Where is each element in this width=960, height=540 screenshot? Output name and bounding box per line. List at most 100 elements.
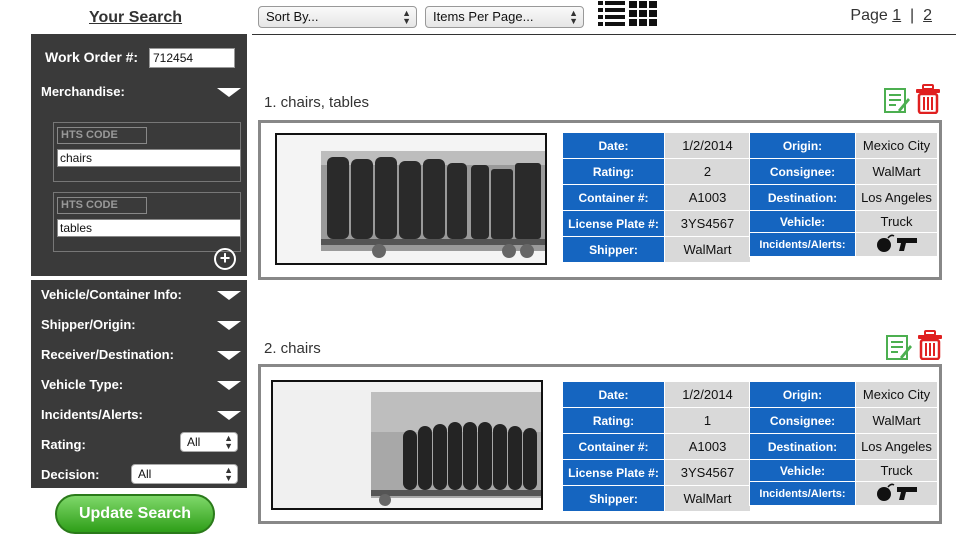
incidents-label: Incidents/Alerts: (749, 481, 856, 506)
xray-image[interactable] (275, 133, 547, 265)
consignee-value: WalMart (855, 158, 938, 185)
chevron-down-icon[interactable] (217, 291, 241, 300)
license-label: License Plate #: (562, 459, 665, 486)
result-card[interactable]: Date: 1/2/2014 Rating: 1 Container #: A1003… (258, 364, 942, 524)
license-value: 3YS4567 (664, 459, 751, 486)
origin-label: Origin: (749, 132, 856, 159)
origin-value: Mexico City (855, 132, 938, 159)
rating-select[interactable]: All ▲ ▼ (180, 432, 238, 452)
page-separator: | (910, 7, 915, 24)
incidents-alerts-filter[interactable]: Incidents/Alerts: (41, 407, 143, 422)
result-title[interactable]: 1. chairs, tables (264, 94, 369, 111)
container-label: Container #: (562, 433, 665, 460)
rating-value: 1 (664, 407, 751, 434)
consignee-value: WalMart (855, 407, 938, 434)
merchandise-label: Merchandise: (41, 84, 125, 99)
page-label: Page (850, 7, 888, 24)
shipper-value: WalMart (664, 485, 751, 512)
decision-select[interactable]: All ▲ ▼ (131, 464, 238, 484)
sort-by-value: Sort By... (266, 9, 319, 24)
pagination: Page 1 | 2 (850, 7, 932, 25)
grid-view-icon[interactable] (629, 1, 657, 27)
items-per-page-select[interactable]: Items Per Page... ▲ ▼ (425, 6, 584, 28)
container-label: Container #: (562, 184, 665, 211)
hts-entry-2: HTS CODE tables (53, 192, 241, 252)
shipment-info-table: Date: 1/2/2014 Rating: 2 Container #: A1003… (562, 132, 751, 263)
date-value: 1/2/2014 (664, 381, 751, 408)
vehicle-value: Truck (855, 210, 938, 233)
decision-label: Decision: (41, 467, 100, 482)
rating-label: Rating: (41, 437, 86, 452)
shipper-label: Shipper: (562, 236, 665, 263)
gun-icon (896, 238, 917, 251)
page-link-2[interactable]: 2 (923, 7, 932, 24)
list-view-icon[interactable] (598, 1, 626, 27)
shipper-label: Shipper: (562, 485, 665, 512)
receiver-destination-filter[interactable]: Receiver/Destination: (41, 347, 174, 362)
rating-label: Rating: (562, 407, 665, 434)
container-value: A1003 (664, 433, 751, 460)
chevron-down-icon[interactable] (217, 411, 241, 420)
hts-code-input[interactable]: HTS CODE (57, 127, 147, 144)
destination-value: Los Angeles (855, 184, 938, 211)
date-label: Date: (562, 381, 665, 408)
hts-code-input[interactable]: HTS CODE (57, 197, 147, 214)
vehicle-type-filter[interactable]: Vehicle Type: (41, 377, 123, 392)
your-search-heading: Your Search (89, 9, 183, 26)
page-link-1[interactable]: 1 (892, 7, 901, 24)
gun-icon (896, 487, 917, 500)
vehicle-container-filter[interactable]: Vehicle/Container Info: (41, 287, 182, 302)
vehicle-label: Vehicle: (749, 459, 856, 482)
shipper-origin-filter[interactable]: Shipper/Origin: (41, 317, 136, 332)
hts-value-input[interactable]: tables (57, 219, 241, 237)
sort-by-select[interactable]: Sort By... ▲ ▼ (258, 6, 417, 28)
chevron-down-icon[interactable] (217, 351, 241, 360)
destination-value: Los Angeles (855, 433, 938, 460)
select-arrows-icon: ▲ ▼ (402, 8, 411, 26)
destination-label: Destination: (749, 184, 856, 211)
result-title[interactable]: 2. chairs (264, 340, 321, 357)
date-value: 1/2/2014 (664, 132, 751, 159)
merchandise-expand-icon[interactable] (217, 88, 241, 97)
items-per-page-value: Items Per Page... (433, 9, 534, 24)
rating-label: Rating: (562, 158, 665, 185)
update-search-button[interactable]: Update Search (55, 494, 215, 534)
toolbar-divider (252, 34, 956, 35)
xray-image[interactable] (271, 380, 543, 510)
incidents-label: Incidents/Alerts: (749, 232, 856, 257)
incidents-value (855, 232, 938, 257)
route-info-table: Origin: Mexico City Consignee: WalMart Des… (749, 132, 938, 257)
container-value: A1003 (664, 184, 751, 211)
destination-label: Destination: (749, 433, 856, 460)
chevron-down-icon[interactable] (217, 381, 241, 390)
incidents-value (855, 481, 938, 506)
search-panel-filters: Vehicle/Container Info: Shipper/Origin: … (31, 280, 247, 488)
origin-value: Mexico City (855, 381, 938, 408)
vehicle-label: Vehicle: (749, 210, 856, 233)
shipment-info-table: Date: 1/2/2014 Rating: 1 Container #: A1003… (562, 381, 751, 512)
select-arrows-icon: ▲ ▼ (224, 433, 233, 451)
license-value: 3YS4567 (664, 210, 751, 237)
select-arrows-icon: ▲ ▼ (569, 8, 578, 26)
delete-icon[interactable] (917, 330, 943, 360)
route-info-table: Origin: Mexico City Consignee: WalMart Des… (749, 381, 938, 506)
shipper-value: WalMart (664, 236, 751, 263)
license-label: License Plate #: (562, 210, 665, 237)
consignee-label: Consignee: (749, 158, 856, 185)
work-order-input[interactable]: 712454 (149, 48, 235, 68)
hts-entry-1: HTS CODE chairs (53, 122, 241, 182)
edit-icon[interactable] (885, 333, 913, 361)
work-order-label: Work Order #: (45, 49, 139, 65)
rating-select-value: All (187, 435, 201, 449)
result-card[interactable]: Date: 1/2/2014 Rating: 2 Container #: A1003… (258, 120, 942, 280)
add-hts-icon[interactable]: + (214, 248, 236, 270)
hts-value-input[interactable]: chairs (57, 149, 241, 167)
chevron-down-icon[interactable] (217, 321, 241, 330)
delete-icon[interactable] (915, 84, 941, 114)
origin-label: Origin: (749, 381, 856, 408)
edit-icon[interactable] (883, 86, 911, 114)
vehicle-value: Truck (855, 459, 938, 482)
select-arrows-icon: ▲ ▼ (224, 465, 233, 483)
bomb-icon (876, 234, 894, 252)
search-panel-top: Work Order #: 712454 Merchandise: HTS CO… (31, 34, 247, 276)
